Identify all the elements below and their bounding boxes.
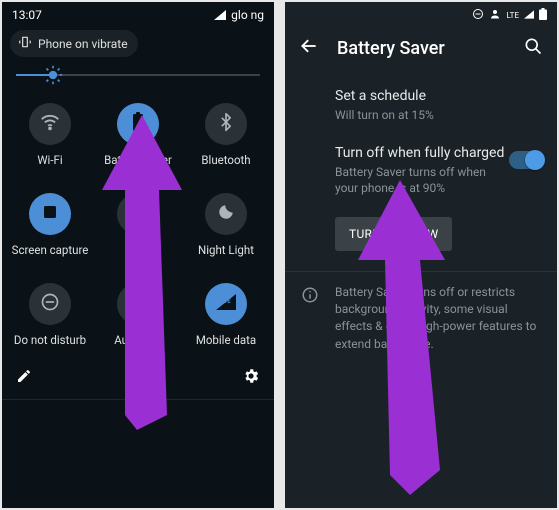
- setting-title: Turn off when fully charged: [335, 145, 505, 161]
- tile-label: T: [135, 243, 142, 257]
- dnd-icon: [472, 8, 484, 23]
- signal-icon: [524, 9, 534, 22]
- page-title: Battery Saver: [337, 38, 505, 59]
- clock: 13:07: [12, 8, 42, 22]
- vibrate-icon: [18, 35, 32, 52]
- account-icon: [489, 8, 501, 23]
- wifi-icon: [39, 111, 61, 137]
- setting-subtitle: Will turn on at 15%: [335, 107, 434, 123]
- tile-bluetooth[interactable]: Bluetooth: [182, 103, 270, 167]
- tile-wifi[interactable]: Wi-Fi: [6, 103, 94, 167]
- status-bar: 13:07 glo ng: [2, 2, 274, 26]
- tile-label: Night Light: [198, 243, 254, 257]
- info-icon: [299, 284, 321, 354]
- quick-settings-tiles: Wi-Fi Battery Saver Bluetooth Screen cap…: [2, 97, 274, 357]
- page-header: Battery Saver: [285, 26, 557, 74]
- mobile-data-icon: LTE: [216, 294, 236, 314]
- info-text: Battery Saver turns off or restricts bac…: [335, 284, 543, 354]
- battery-saver-settings: LTE Battery Saver Set a schedule Will tu…: [285, 2, 557, 508]
- page-indicator: [32, 376, 242, 381]
- ringer-mode-label: Phone on vibrate: [38, 37, 128, 51]
- setting-schedule[interactable]: Set a schedule Will turn on at 15%: [285, 78, 557, 135]
- search-button[interactable]: [523, 36, 543, 60]
- tile-label: Auto-rota: [114, 333, 162, 347]
- tile-label: Mobile data: [196, 333, 256, 347]
- moon-icon: [217, 203, 235, 225]
- signal-icon: [214, 10, 226, 20]
- tile-night-light[interactable]: Night Light: [182, 193, 270, 257]
- tile-battery-saver[interactable]: Battery Saver: [94, 103, 182, 167]
- setting-title: Set a schedule: [335, 88, 434, 104]
- tile-auto-rotate[interactable]: Auto-rota: [94, 283, 182, 347]
- carrier-label: glo ng: [231, 8, 264, 22]
- brightness-thumb-icon: [42, 64, 64, 86]
- tile-label: Screen capture: [12, 243, 89, 257]
- torch-icon: [129, 203, 147, 225]
- tile-label: Bluetooth: [201, 153, 250, 167]
- quick-settings-panel: 13:07 glo ng Phone on vibrate Wi-Fi Batt…: [2, 2, 274, 508]
- rotate-icon: [128, 292, 148, 316]
- settings-button[interactable]: [242, 367, 260, 389]
- svg-text:LTE: LTE: [221, 298, 231, 305]
- tile-label: Wi-Fi: [37, 153, 62, 167]
- back-button[interactable]: [299, 36, 319, 60]
- battery-icon: [539, 8, 547, 23]
- battery-icon: [128, 112, 148, 136]
- setting-turnoff-when-charged[interactable]: Turn off when fully charged Battery Save…: [285, 135, 557, 208]
- screenshot-icon: [41, 203, 59, 225]
- tile-dnd[interactable]: Do not disturb: [6, 283, 94, 347]
- brightness-slider[interactable]: [16, 63, 260, 87]
- setting-subtitle: Battery Saver turns off when your phone …: [335, 164, 505, 196]
- tile-mobile-data[interactable]: LTE Mobile data: [182, 283, 270, 347]
- toggle-switch[interactable]: [509, 151, 543, 169]
- ringer-mode-chip[interactable]: Phone on vibrate: [10, 30, 138, 57]
- tile-screen-capture[interactable]: Screen capture: [6, 193, 94, 257]
- edit-tiles-button[interactable]: [16, 368, 32, 388]
- status-bar: LTE: [285, 2, 557, 26]
- tile-label: Battery Saver: [104, 153, 172, 167]
- lte-label: LTE: [506, 11, 519, 20]
- dnd-icon: [40, 292, 60, 316]
- tile-label: Do not disturb: [14, 333, 86, 347]
- bluetooth-icon: [216, 112, 236, 136]
- tile-torch[interactable]: T: [94, 193, 182, 257]
- info-note: Battery Saver turns off or restricts bac…: [285, 272, 557, 354]
- turn-off-now-button[interactable]: TURN OFF NOW: [335, 217, 452, 251]
